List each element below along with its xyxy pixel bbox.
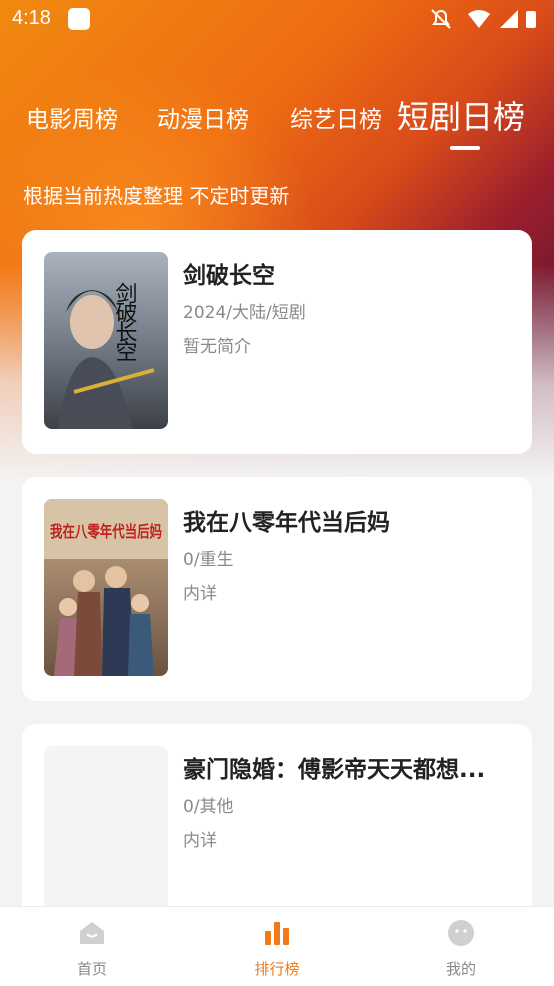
signal-icon	[500, 10, 518, 28]
tab-indicator	[450, 146, 480, 150]
list-item[interactable]: 剑破长空 剑破长空 2024/大陆/短剧 暂无简介	[22, 230, 532, 454]
item-meta: 0/重生	[183, 550, 234, 570]
face-icon	[448, 920, 474, 946]
status-time: 4:18	[12, 7, 51, 29]
item-description: 暂无简介	[183, 337, 251, 357]
notification-icon	[68, 8, 90, 30]
nav-ranking-label: 排行榜	[254, 960, 300, 978]
poster-text: 剑破长空	[112, 282, 138, 362]
bottom-navigation: 首页 排行榜 我的	[0, 906, 554, 986]
poster-text: 我在八零年代当后妈	[50, 522, 162, 541]
item-title: 豪门隐婚：傅影帝天天都想...	[183, 757, 486, 783]
item-description: 内详	[183, 584, 217, 604]
bar-chart-icon	[265, 922, 289, 945]
tab-variety-daily[interactable]: 综艺日榜	[290, 100, 382, 134]
home-icon	[80, 922, 104, 944]
list-item[interactable]: 我在八零年代当后妈 我在八零年代当后妈 0/重生 内详	[22, 477, 532, 701]
item-meta: 0/其他	[183, 797, 234, 817]
wifi-icon	[468, 10, 490, 28]
poster-placeholder	[44, 746, 168, 923]
status-bar: 4:18	[0, 0, 554, 38]
nav-profile[interactable]: 我的	[401, 907, 521, 986]
poster-image: 剑破长空	[44, 252, 168, 429]
tab-movie-weekly[interactable]: 电影周榜	[26, 100, 118, 134]
item-meta: 2024/大陆/短剧	[183, 303, 306, 323]
item-description: 内详	[183, 831, 217, 851]
nav-ranking[interactable]: 排行榜	[217, 907, 337, 986]
battery-icon	[526, 11, 536, 28]
mute-bell-icon	[431, 9, 451, 29]
poster-image: 我在八零年代当后妈	[44, 499, 168, 676]
item-title: 我在八零年代当后妈	[183, 510, 390, 536]
nav-home-label: 首页	[76, 960, 107, 978]
nav-home[interactable]: 首页	[32, 907, 152, 986]
item-title: 剑破长空	[183, 263, 275, 289]
tab-anime-daily[interactable]: 动漫日榜	[157, 100, 249, 134]
ranking-subtitle: 根据当前热度整理 不定时更新	[23, 184, 290, 208]
ranking-tabs: 电影周榜 动漫日榜 综艺日榜 短剧日榜	[0, 88, 554, 148]
tab-short-drama-daily[interactable]: 短剧日榜	[397, 92, 525, 138]
status-icons	[431, 9, 536, 29]
nav-profile-label: 我的	[445, 960, 476, 978]
